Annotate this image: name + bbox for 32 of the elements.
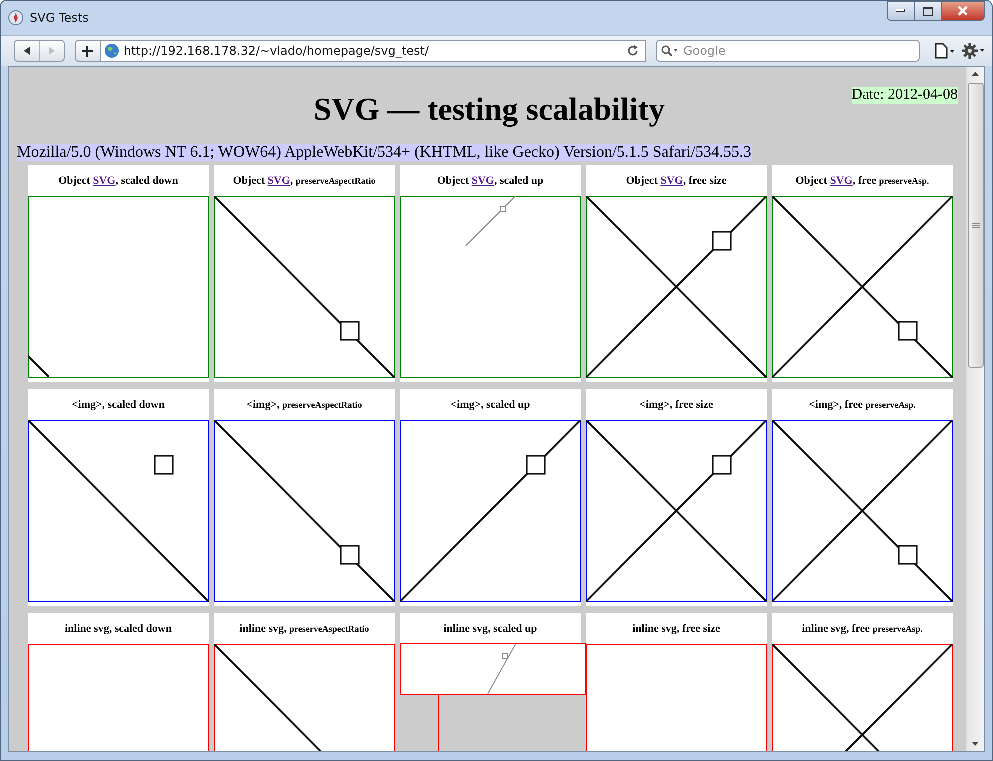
scrollbar[interactable]: [966, 67, 984, 751]
address-bar[interactable]: http://192.168.178.32/~vlado/homepage/svg_test/: [100, 40, 646, 62]
close-button[interactable]: [941, 1, 985, 21]
search-field[interactable]: Google: [683, 44, 916, 58]
compass-icon: [8, 10, 24, 26]
svg-link[interactable]: SVG: [660, 174, 684, 186]
maximize-icon: [923, 6, 933, 16]
minimize-button[interactable]: [887, 1, 915, 21]
page-menu-icon[interactable]: [934, 43, 956, 59]
close-icon: [957, 6, 969, 16]
test-caption: inline svg, scaled up: [400, 613, 581, 644]
window-title: SVG Tests: [30, 11, 90, 25]
reload-icon[interactable]: [627, 45, 640, 57]
svg-link[interactable]: SVG: [472, 174, 494, 186]
minimize-icon: [896, 9, 906, 13]
right-arrow-icon: [47, 46, 57, 56]
maximize-button[interactable]: [914, 1, 942, 21]
address-field[interactable]: http://192.168.178.32/~vlado/homepage/svg_test/: [124, 44, 624, 58]
left-arrow-icon: [22, 46, 32, 56]
globe-icon: [104, 43, 120, 59]
add-bookmark-button[interactable]: [75, 40, 101, 62]
search-icon: [661, 45, 680, 57]
date-label: Date: 2012-04-08: [852, 87, 958, 104]
scroll-thumb[interactable]: [968, 83, 984, 368]
settings-icon[interactable]: [962, 42, 986, 60]
svg-link[interactable]: SVG: [93, 174, 116, 186]
search-box[interactable]: Google: [656, 40, 920, 62]
svg-link[interactable]: SVG: [268, 174, 290, 186]
user-agent-text: Mozilla/5.0 (Windows NT 6.1; WOW64) AppleWebKit/534+ (KHTML, like Gecko) Version/5.1.5 Safari/534.55.3: [17, 144, 752, 161]
svg-link[interactable]: SVG: [830, 174, 853, 186]
plus-icon: [82, 46, 94, 56]
page-heading: SVG — testing scalability: [312, 91, 666, 128]
